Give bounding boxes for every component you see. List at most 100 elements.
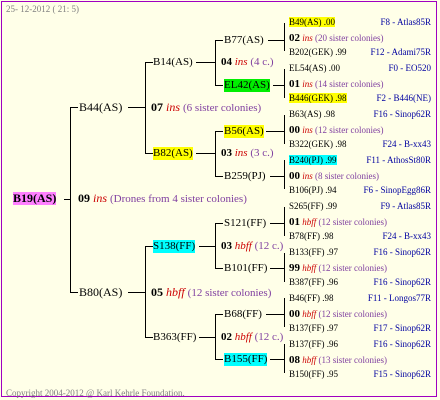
l3-queen-5[interactable]: S121(FF): [224, 217, 266, 230]
ins: hbff: [234, 240, 252, 252]
connector: [70, 107, 71, 293]
l4-place: F12 - Adami75R: [370, 47, 431, 57]
l4-row: B63(AS) .98 F16 - Sinop62R: [289, 108, 431, 121]
l4-row: 01 ins (14 sister colonies): [289, 78, 431, 91]
date-stamp: 25- 12-2012 ( 21: 5): [6, 4, 79, 14]
l4-queen[interactable]: B46(FF) .98: [289, 293, 334, 303]
l4-gen: 99: [289, 262, 300, 274]
gen: 03: [221, 147, 232, 159]
connector: [284, 160, 285, 189]
connector: [199, 337, 216, 338]
l1-gen-line-1: 07 ins (6 sister colonies): [151, 101, 261, 115]
gen: 07: [151, 100, 163, 114]
l4-place: F16 - Sinop62R: [373, 339, 431, 349]
l4-queen[interactable]: B63(AS) .98: [289, 109, 335, 119]
l4-row: EL54(AS) .00 F0 - EO520: [289, 62, 431, 75]
root-gen: 09: [78, 191, 90, 205]
connector: [284, 23, 285, 51]
l3-queen-8[interactable]: B155(FF): [224, 353, 268, 366]
l4-queen[interactable]: B106(PJ) .94: [289, 185, 337, 195]
l4-place: F16 - Sinop62R: [373, 109, 431, 119]
l4-place: F6 - SinopEgg86R: [363, 185, 431, 195]
l4-place: F24 - B-xx43: [382, 231, 431, 241]
root-queen[interactable]: B19(AS): [13, 192, 57, 205]
l4-queen[interactable]: B78(FF) .98: [289, 231, 334, 241]
l4-queen[interactable]: B446(GEK) .98: [289, 93, 347, 103]
l2-queen-2[interactable]: B82(AS): [153, 147, 193, 160]
ins: hbff: [166, 285, 185, 299]
l4-row: 99 hbff (12 sister colonies): [289, 262, 431, 275]
connector: [145, 153, 153, 154]
l2-queen-1[interactable]: B14(AS): [153, 56, 193, 69]
note: (6 sister colonies): [183, 102, 262, 114]
l4-queen[interactable]: B137(FF) .97: [289, 323, 338, 333]
ins: ins: [234, 56, 248, 68]
l2-queen-4[interactable]: B363(FF): [153, 331, 196, 344]
l1-gen-line-2: 05 hbff (12 sister colonies): [151, 286, 271, 300]
l4-row: B202(GEK) .99 F12 - Adami75R: [289, 46, 431, 59]
root-ins: ins: [93, 191, 108, 205]
l3-queen-1[interactable]: B77(AS): [224, 34, 264, 47]
l2-gen-line-1: 04 ins (4 c.): [221, 56, 274, 69]
note: (12 sister colonies): [187, 287, 272, 299]
connector: [215, 85, 223, 86]
l4-row: B133(FF) .97 F16 - Sinop62R: [289, 246, 431, 259]
connector: [215, 314, 223, 315]
l4-place: F11 - AthosSt80R: [366, 155, 431, 165]
l4-row: 02 ins (20 sister colonies): [289, 32, 431, 45]
l4-row: B106(PJ) .94 F6 - SinopEgg86R: [289, 184, 431, 197]
l4-note: (12 sister colonies): [318, 309, 387, 319]
connector: [215, 268, 223, 269]
l4-place: F16 - Sinop62R: [373, 247, 431, 257]
l4-queen[interactable]: B137(FF) .96: [289, 339, 338, 349]
ins: ins: [234, 147, 248, 159]
l4-note: (12 sister colonies): [315, 125, 384, 135]
l3-queen-4[interactable]: B259(PJ): [224, 170, 266, 183]
l4-queen[interactable]: B49(AS) .00: [289, 17, 336, 27]
l1-queen-1[interactable]: B44(AS): [79, 101, 122, 114]
connector: [215, 176, 223, 177]
l4-place: F15 - Sinop62R: [373, 369, 431, 379]
note: (4 c.): [250, 56, 274, 68]
connector: [284, 207, 285, 236]
l4-queen[interactable]: B150(FF) .95: [289, 369, 338, 379]
l4-row: B49(AS) .00 F8 - Atlas85R: [289, 16, 431, 29]
l4-place: F16 - Sinop62R: [373, 277, 431, 287]
l4-row: B240(PJ) .99 F11 - AthosSt80R: [289, 154, 431, 167]
l4-queen[interactable]: B202(GEK) .99: [289, 47, 347, 57]
l2-queen-3[interactable]: S138(FF): [153, 240, 196, 253]
root-note: (Drones from 4 sister colonies): [110, 193, 247, 205]
l4-ins: ins: [302, 79, 313, 89]
l4-gen: 02: [289, 32, 300, 44]
l3-queen-6[interactable]: B101(FF): [224, 262, 267, 275]
note: (3 c.): [250, 147, 274, 159]
l4-queen[interactable]: B387(FF) .96: [289, 277, 338, 287]
l4-place: F17 - Sinop62R: [373, 323, 431, 333]
l4-row: B78(FF) .98 F24 - B-xx43: [289, 230, 431, 243]
l4-place: F0 - EO520: [388, 63, 432, 73]
l1-queen-2[interactable]: B80(AS): [79, 286, 122, 299]
l4-place: F11 - Longos77R: [367, 293, 431, 303]
connector: [266, 314, 285, 315]
l3-queen-2[interactable]: EL42(AS): [224, 79, 270, 92]
connector: [70, 107, 78, 108]
l3-queen-7[interactable]: B68(FF): [224, 308, 262, 321]
l2-gen-line-3: 03 hbff (12 c.): [221, 240, 283, 253]
l4-queen[interactable]: B240(PJ) .99: [289, 155, 337, 165]
l4-row: B137(FF) .96 F16 - Sinop62R: [289, 338, 431, 351]
l4-row: 00 hbff (12 sister colonies): [289, 308, 431, 321]
l4-note: (12 sister colonies): [318, 263, 387, 273]
l4-queen[interactable]: B322(GEK) .98: [289, 139, 347, 149]
ins: hbff: [234, 331, 252, 343]
ins: ins: [166, 100, 181, 114]
connector: [284, 69, 285, 98]
l4-row: B446(GEK) .98 F2 - B446(NE): [289, 92, 431, 105]
l4-gen: 00: [289, 124, 300, 136]
connector: [215, 40, 223, 41]
l4-ins: hbff: [302, 355, 317, 365]
l3-queen-3[interactable]: B56(AS): [224, 125, 264, 138]
l4-queen[interactable]: S265(FF) .99: [289, 201, 337, 211]
connector: [270, 223, 285, 224]
l4-queen[interactable]: EL54(AS) .00: [289, 63, 340, 73]
l4-queen[interactable]: B133(FF) .97: [289, 247, 338, 257]
